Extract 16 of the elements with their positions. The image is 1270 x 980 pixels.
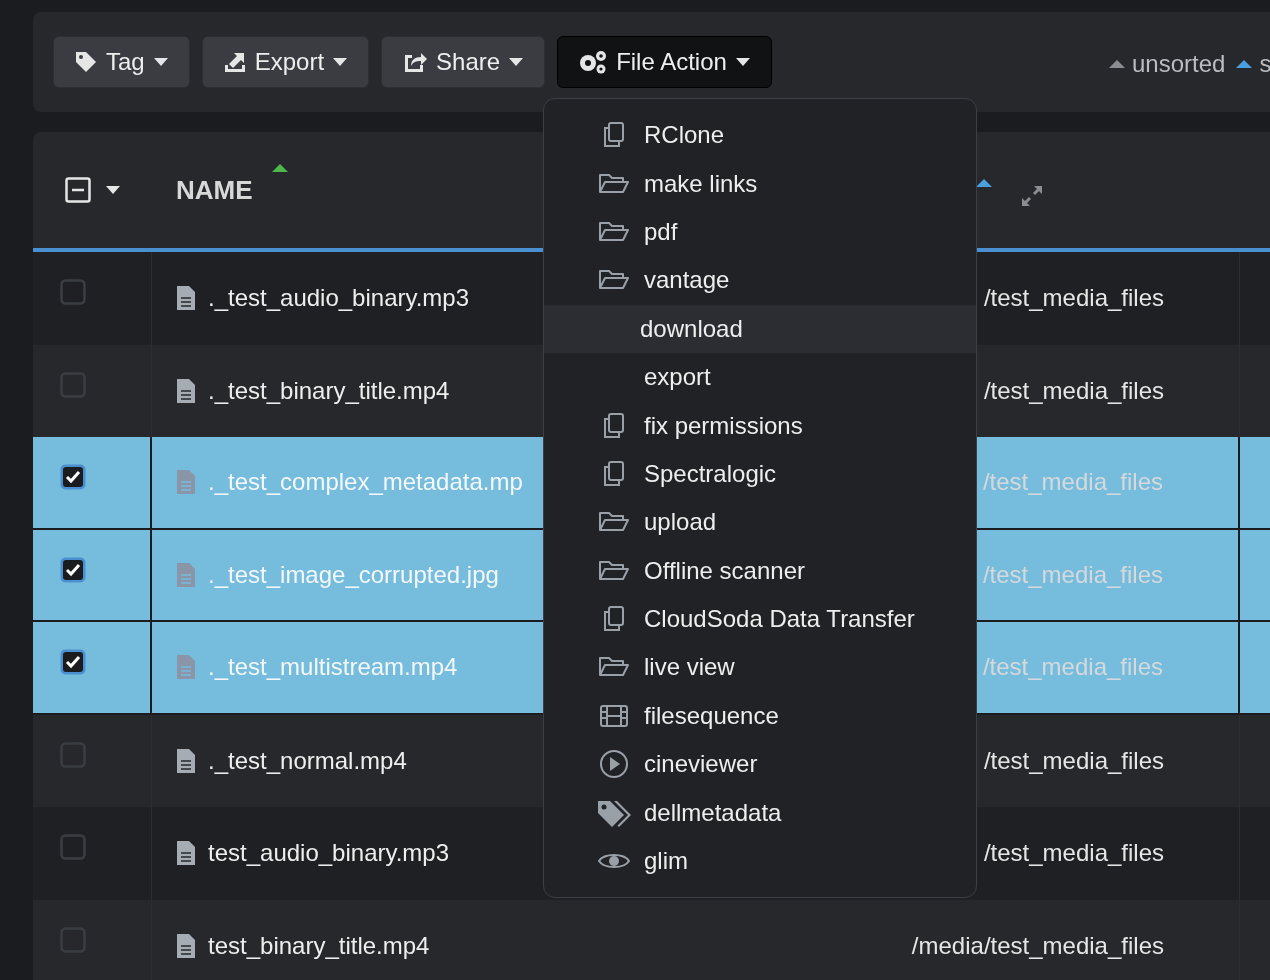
- file-name: ._test_audio_binary.mp3: [208, 283, 470, 314]
- file-path: /test_media_files: [983, 375, 1164, 406]
- file-name: test_binary_title.mp4: [208, 930, 430, 961]
- file-name: test_audio_binary.mp3: [208, 838, 450, 869]
- file-path: /test_media_files: [983, 283, 1164, 314]
- file-path: /media/test_media_files: [911, 930, 1164, 961]
- file-path: /test_media_files: [982, 559, 1163, 590]
- file-name: ._test_image_corrupted.jpg: [208, 559, 499, 590]
- file-path: /test_media_files: [982, 652, 1163, 683]
- file-name: ._test_binary_title.mp4: [208, 375, 450, 406]
- file-name: ._test_multistream.mp4: [208, 652, 458, 683]
- file-path: /test_media_files: [982, 467, 1163, 498]
- file-name: ._test_normal.mp4: [208, 745, 407, 776]
- file-path: /test_media_files: [983, 745, 1164, 776]
- file-name: ._test_complex_metadata.mp: [208, 467, 523, 498]
- file-path: /test_media_files: [983, 838, 1164, 869]
